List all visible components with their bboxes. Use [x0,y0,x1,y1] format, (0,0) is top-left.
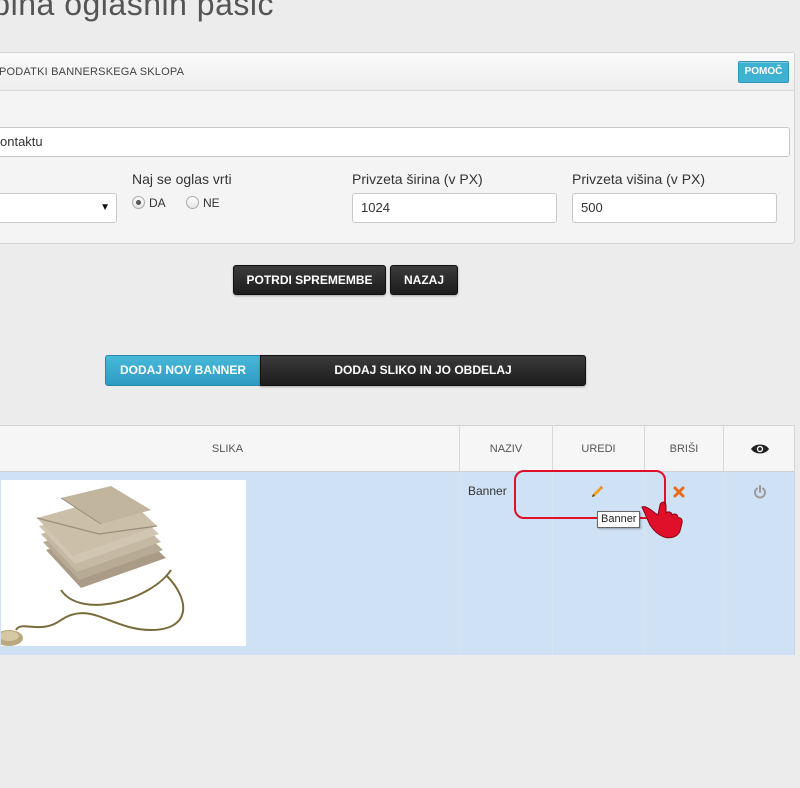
header-name: NAZIV [460,426,553,472]
banner-set-panel: PODATKI BANNERSKEGA SKLOPA POMOČ ontaktu… [0,52,795,244]
banner-name: Banner [468,484,507,498]
rotate-yes-label: DA [149,196,166,210]
banner-thumbnail[interactable] [1,480,246,646]
rotate-label: Naj se oglas vrti [132,171,232,187]
confirm-changes-button[interactable]: POTRDI SPREMEMBE [233,265,386,295]
panel-header: PODATKI BANNERSKEGA SKLOPA POMOČ [0,53,794,91]
height-label: Privzeta višina (v PX) [572,171,706,187]
page-title: upina oglasnih pasic [0,0,274,22]
envelopes-image [1,480,246,646]
visibility-cell [724,472,796,655]
add-image-button[interactable]: DODAJ SLIKO IN JO OBDELAJ [260,355,586,386]
header-delete: BRIŠI [645,426,724,472]
help-button[interactable]: POMOČ [738,61,789,83]
rotate-no-label: NE [203,196,220,210]
table-header: SLIKA NAZIV UREDI BRIŠI [0,426,794,472]
panel-title: PODATKI BANNERSKEGA SKLOPA [0,66,185,78]
header-edit: UREDI [553,426,645,472]
rotate-yes-radio[interactable] [132,196,145,209]
width-input[interactable]: 1024 [352,193,557,223]
chevron-down-icon: ▼ [100,202,110,213]
banners-table: SLIKA NAZIV UREDI BRIŠI Banner [0,425,795,655]
type-select[interactable]: ▼ [0,193,117,223]
edit-tooltip: Banner [597,511,641,528]
height-input[interactable]: 500 [572,193,777,223]
banner-set-name-input[interactable]: ontaktu [0,127,790,157]
header-visibility [724,426,796,472]
header-image: SLIKA [0,426,460,472]
power-icon[interactable] [753,485,767,499]
eye-icon [751,444,769,454]
rotate-no-radio[interactable] [186,196,199,209]
back-button[interactable]: NAZAJ [390,265,458,295]
hand-pointer-icon [641,501,683,539]
add-banner-button[interactable]: DODAJ NOV BANNER [105,355,261,386]
image-cell [0,472,460,655]
width-label: Privzeta širina (v PX) [352,171,483,187]
